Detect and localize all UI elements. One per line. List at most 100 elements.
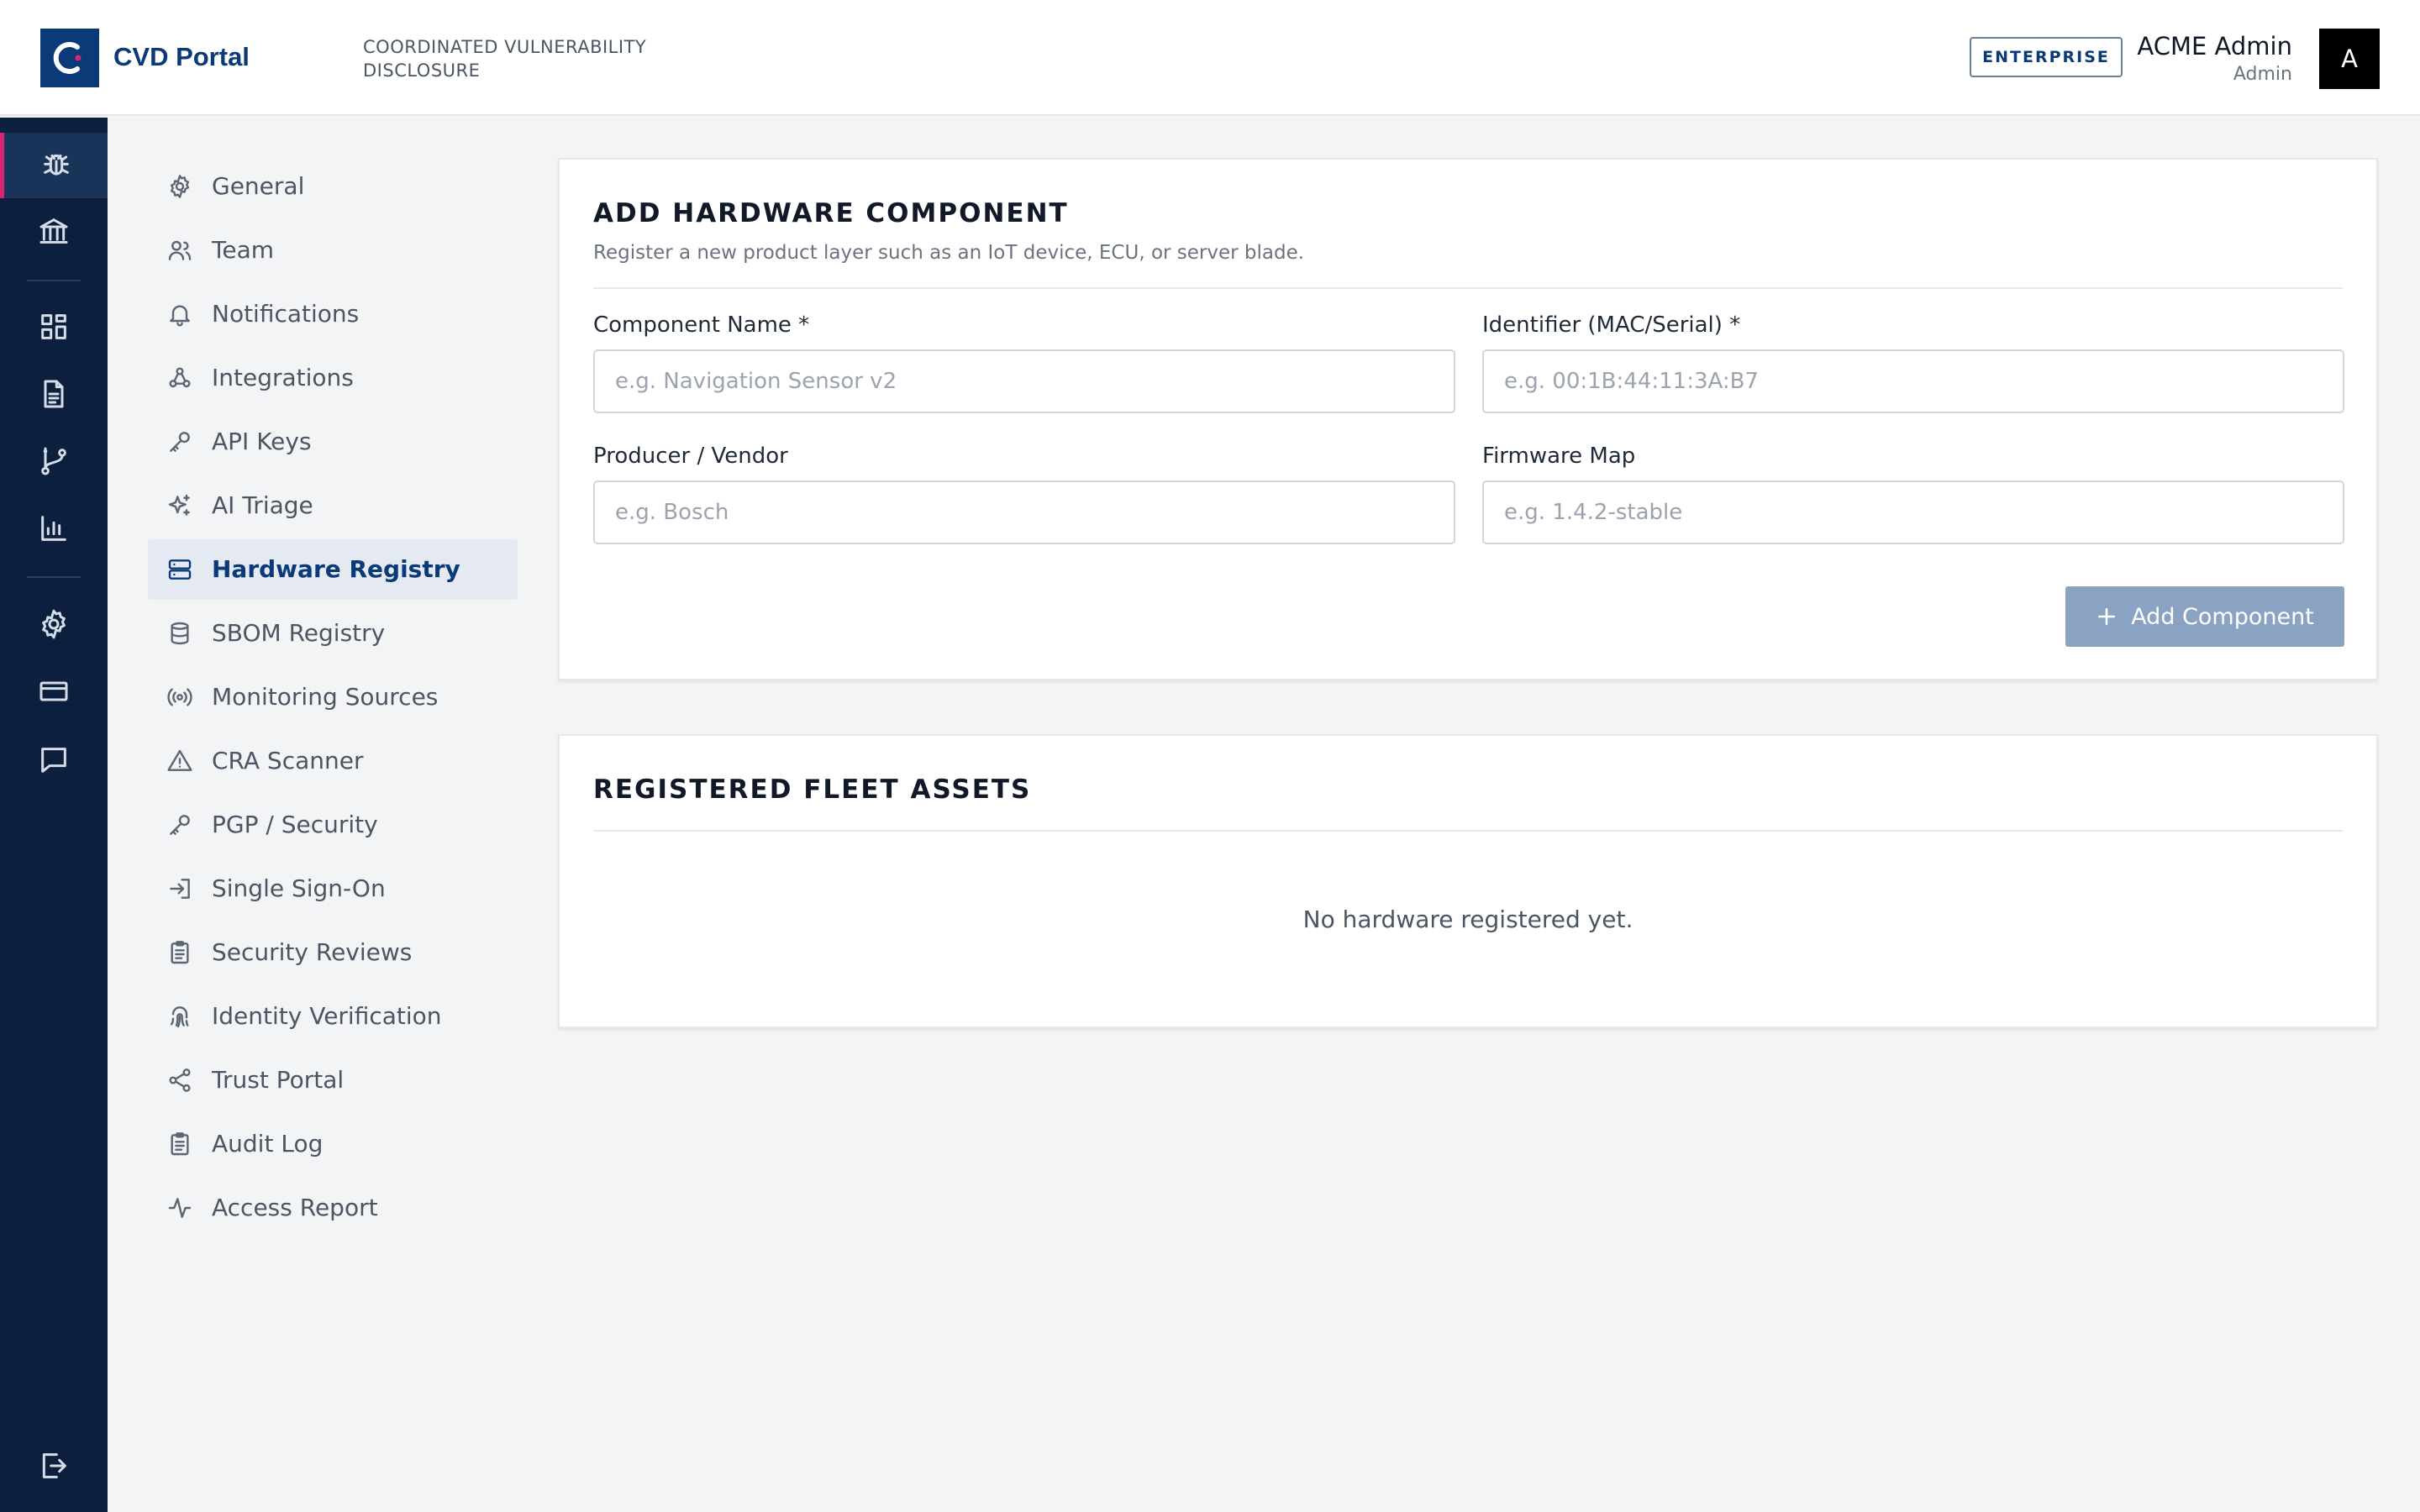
nav-label: Monitoring Sources — [212, 683, 439, 711]
rail-gear-icon[interactable] — [0, 591, 108, 657]
credit-card-icon — [39, 681, 68, 701]
radio-icon — [166, 684, 193, 711]
user-name[interactable]: ACME Admin — [2137, 32, 2292, 60]
git-branch-icon — [41, 447, 66, 475]
rail-bug-icon[interactable] — [0, 133, 108, 198]
bug-icon — [43, 154, 69, 176]
component-name-label: Component Name * — [593, 312, 810, 338]
card-divider — [593, 287, 2343, 289]
nav-label: CRA Scanner — [212, 747, 364, 774]
logout-icon — [42, 1453, 66, 1478]
server-icon — [166, 556, 193, 583]
rail-document-icon[interactable] — [0, 361, 108, 427]
nav-label: Identity Verification — [212, 1002, 442, 1030]
vendor-label: Producer / Vendor — [593, 444, 788, 469]
nav-item-hardware-registry[interactable]: Hardware Registry — [148, 539, 518, 600]
nav-item-access-report[interactable]: Access Report — [148, 1178, 518, 1238]
nav-item-sbom-registry[interactable]: SBOM Registry — [148, 603, 518, 664]
nav-label: Team — [212, 236, 275, 264]
plus-icon — [2098, 608, 2116, 625]
clipboard-icon — [166, 939, 193, 966]
clipboard-icon — [166, 1131, 193, 1158]
app-tagline: COORDINATED VULNERABILITY DISCLOSURE — [363, 37, 647, 81]
key-icon — [166, 811, 193, 838]
card-divider — [593, 830, 2343, 832]
nav-item-cra-scanner[interactable]: CRA Scanner — [148, 731, 518, 791]
warning-icon — [166, 748, 193, 774]
vendor-input[interactable] — [593, 480, 1455, 544]
card-title: REGISTERED FLEET ASSETS — [593, 774, 1032, 805]
rail-divider — [27, 576, 81, 578]
nav-item-audit-log[interactable]: Audit Log — [148, 1114, 518, 1174]
fleet-assets-card: REGISTERED FLEET ASSETS No hardware regi… — [558, 734, 2378, 1028]
activity-icon — [166, 1194, 193, 1221]
nav-item-security-reviews[interactable]: Security Reviews — [148, 922, 518, 983]
nav-item-monitoring-sources[interactable]: Monitoring Sources — [148, 667, 518, 727]
icon-rail — [0, 118, 108, 1512]
nav-label: Notifications — [212, 300, 360, 328]
nav-item-general[interactable]: General — [148, 156, 518, 217]
rail-message-icon[interactable] — [0, 727, 108, 793]
rail-divider — [27, 280, 81, 281]
nav-label: API Keys — [212, 428, 312, 455]
add-component-card: ADD HARDWARE COMPONENT Register a new pr… — [558, 158, 2378, 680]
nav-label: Integrations — [212, 364, 354, 391]
bar-chart-icon — [41, 516, 66, 541]
nav-item-api-keys[interactable]: API Keys — [148, 412, 518, 472]
gear-icon — [42, 609, 66, 639]
nav-label: Hardware Registry — [212, 555, 460, 583]
sparkles-icon — [166, 492, 193, 519]
dashboard-icon — [41, 314, 66, 339]
nav-label: AI Triage — [212, 491, 313, 519]
avatar[interactable]: A — [2319, 29, 2380, 89]
rail-git-branch-icon[interactable] — [0, 428, 108, 494]
nav-label: Security Reviews — [212, 938, 413, 966]
nav-label: Trust Portal — [212, 1066, 345, 1094]
nav-label: PGP / Security — [212, 811, 378, 838]
card-title: ADD HARDWARE COMPONENT — [593, 198, 1069, 228]
rail-bank-icon[interactable] — [0, 198, 108, 264]
webhook-icon — [166, 365, 193, 391]
identifier-label: Identifier (MAC/Serial) * — [1482, 312, 1741, 338]
rail-dashboard-icon[interactable] — [0, 294, 108, 360]
rail-logout-icon[interactable] — [0, 1433, 108, 1499]
nav-item-integrations[interactable]: Integrations — [148, 348, 518, 408]
top-header: CVD Portal COORDINATED VULNERABILITY DIS… — [0, 0, 2420, 116]
component-name-input[interactable] — [593, 349, 1455, 413]
nav-label: Access Report — [212, 1194, 378, 1221]
document-icon — [44, 380, 64, 408]
add-component-button[interactable]: Add Component — [2065, 586, 2344, 647]
nav-item-single-sign-on[interactable]: Single Sign-On — [148, 858, 518, 919]
firmware-input[interactable] — [1482, 480, 2344, 544]
nav-item-notifications[interactable]: Notifications — [148, 284, 518, 344]
nav-label: General — [212, 172, 305, 200]
plan-badge: ENTERPRISE — [1970, 37, 2123, 77]
users-icon — [166, 237, 193, 264]
empty-state-message: No hardware registered yet. — [1302, 906, 1634, 933]
nav-item-team[interactable]: Team — [148, 220, 518, 281]
gear-icon — [166, 173, 193, 200]
nav-item-pgp-security[interactable]: PGP / Security — [148, 795, 518, 855]
nav-item-identity-verification[interactable]: Identity Verification — [148, 986, 518, 1047]
identifier-input[interactable] — [1482, 349, 2344, 413]
fingerprint-icon — [166, 1003, 193, 1030]
nav-label: Single Sign-On — [212, 874, 386, 902]
card-subtitle: Register a new product layer such as an … — [593, 242, 1305, 264]
bell-icon — [166, 301, 193, 328]
database-icon — [166, 620, 193, 647]
nav-item-ai-triage[interactable]: AI Triage — [148, 475, 518, 536]
logo-icon[interactable] — [40, 29, 99, 87]
rail-credit-card-icon[interactable] — [0, 659, 108, 724]
firmware-label: Firmware Map — [1482, 444, 1636, 469]
message-icon — [41, 748, 66, 773]
share-icon — [166, 1067, 193, 1094]
key-icon — [166, 428, 193, 455]
bank-icon — [39, 218, 68, 244]
nav-label: Audit Log — [212, 1130, 324, 1158]
sign-in-icon — [166, 875, 193, 902]
add-component-label: Add Component — [2131, 603, 2314, 630]
nav-label: SBOM Registry — [212, 619, 386, 647]
nav-item-trust-portal[interactable]: Trust Portal — [148, 1050, 518, 1110]
app-name[interactable]: CVD Portal — [113, 42, 250, 72]
rail-bar-chart-icon[interactable] — [0, 496, 108, 561]
